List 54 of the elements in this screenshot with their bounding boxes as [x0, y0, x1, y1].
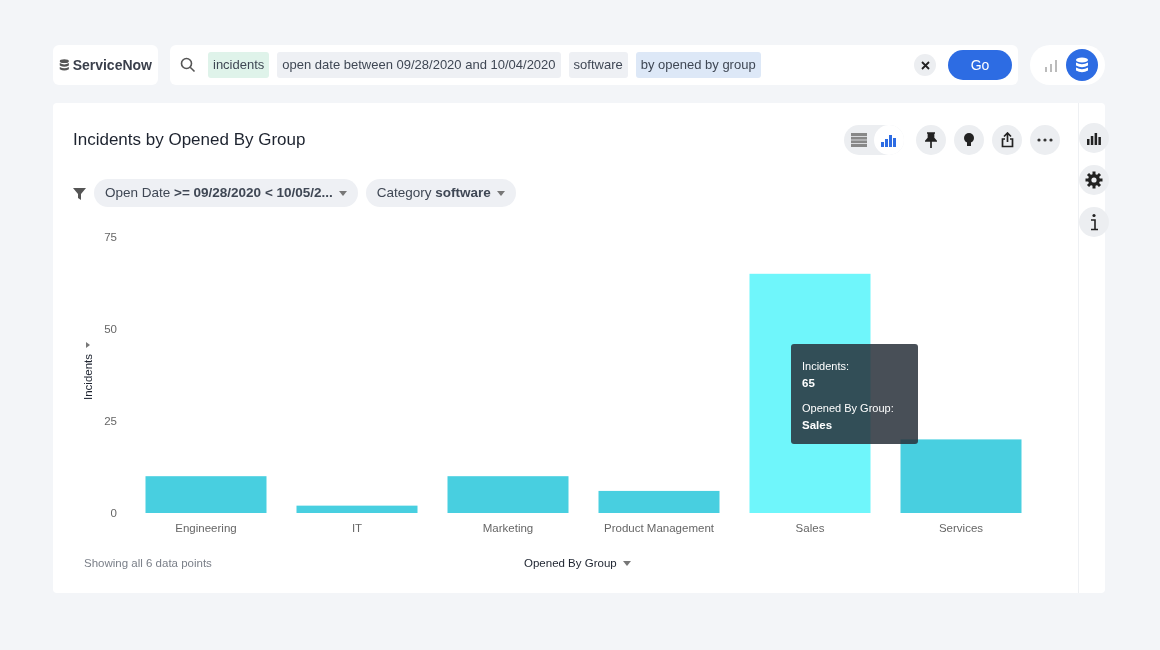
caret-icon — [338, 190, 347, 196]
chart-type-button[interactable] — [1079, 123, 1109, 153]
share-icon — [1000, 132, 1014, 148]
y-tick-label: 0 — [110, 507, 117, 520]
database-avatar[interactable] — [1066, 49, 1098, 81]
x-tick-label: Sales — [795, 522, 825, 535]
settings-icon — [1085, 171, 1103, 189]
lightbulb-icon — [963, 132, 975, 148]
y-axis-title[interactable]: Incidents — [82, 342, 94, 401]
search-token[interactable]: software — [568, 52, 628, 78]
y-tick-label: 50 — [104, 323, 117, 336]
caret-icon — [622, 561, 631, 567]
x-tick-label: Engineering — [175, 522, 237, 535]
filter-chip[interactable]: Open Date >= 09/28/2020 < 10/05/2... — [94, 179, 358, 208]
x-tick-label: Marketing — [482, 522, 534, 535]
bar-chart-icon — [881, 133, 897, 147]
clear-button[interactable] — [914, 54, 936, 76]
app-logo[interactable]: ServiceNow — [53, 45, 158, 85]
search-token[interactable]: incidents — [208, 52, 270, 78]
search-token[interactable]: by opened by group — [635, 52, 761, 78]
search-bar[interactable]: incidents open date between 09/28/2020 and 10/04/2020 software by opened by group Go — [170, 45, 1018, 85]
x-tick-label: IT — [351, 522, 363, 535]
database-icon — [59, 57, 70, 73]
insight-button[interactable] — [954, 125, 984, 155]
info-button[interactable] — [1079, 207, 1109, 237]
tooltip-value: Sales — [802, 417, 834, 433]
chart-title: Incidents by Opened By Group — [73, 129, 306, 151]
filter-icon — [73, 186, 86, 200]
x-tick-label: Product Management — [604, 522, 714, 535]
chart-view-button[interactable] — [874, 125, 904, 155]
pin-button[interactable] — [916, 125, 946, 155]
y-tick-label: 75 — [104, 231, 117, 244]
search-icon — [180, 57, 196, 73]
x-axis-title[interactable]: Opened By Group — [524, 555, 631, 573]
table-icon — [851, 133, 867, 147]
bar-chart-icon — [1087, 131, 1101, 145]
pin-icon — [925, 132, 937, 148]
tooltip-label: Incidents: — [802, 359, 851, 375]
tooltip-label: Opened By Group: — [802, 401, 895, 416]
y-axis-title: Incidents — [82, 353, 94, 401]
search-token[interactable]: open date between 09/28/2020 and 10/04/2020 — [277, 52, 561, 78]
info-icon — [1089, 213, 1099, 231]
more-icon — [1037, 138, 1053, 142]
tooltip-value: 65 — [802, 375, 816, 391]
settings-button[interactable] — [1079, 165, 1109, 195]
more-button[interactable] — [1030, 125, 1060, 155]
close-icon — [920, 60, 930, 70]
data-points-note: Showing all 6 data points — [84, 556, 213, 572]
y-tick-label: 25 — [104, 415, 117, 428]
caret-icon — [496, 190, 505, 196]
x-tick-label: Services — [938, 522, 984, 535]
filter-chip[interactable]: Category software — [365, 179, 516, 208]
go-button[interactable]: Go — [948, 50, 1012, 80]
share-button[interactable] — [992, 125, 1022, 155]
